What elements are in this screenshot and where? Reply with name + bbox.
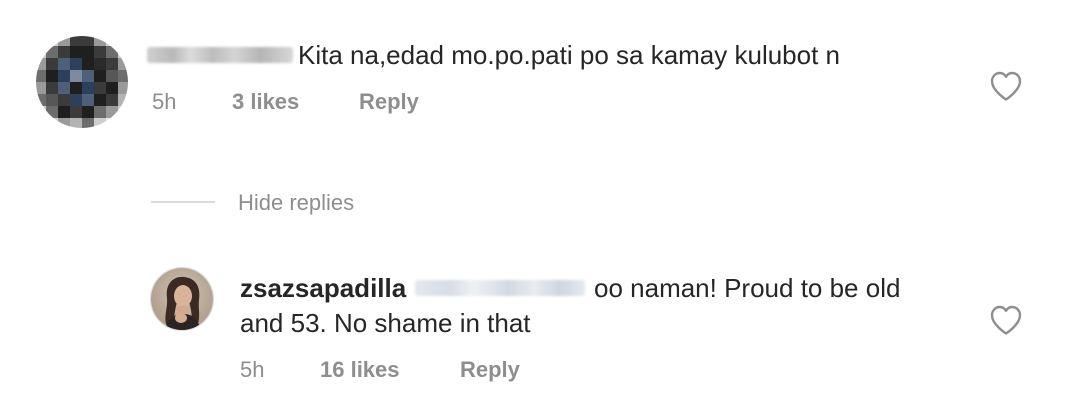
avatar-pixel: [94, 70, 106, 82]
avatar-pixel: [46, 36, 58, 46]
avatar-pixel: [36, 118, 46, 128]
avatar-pixel: [70, 46, 82, 58]
avatar-pixel: [106, 70, 118, 82]
avatar-pixel: [70, 36, 82, 46]
comment-username[interactable]: zsazsapadilla: [240, 271, 406, 305]
avatar-pixel: [94, 36, 106, 46]
avatar-pixel: [70, 70, 82, 82]
avatar-pixel: [118, 36, 128, 46]
avatar-pixel: [106, 94, 118, 106]
avatar-pixel: [106, 58, 118, 70]
avatar-pixel: [46, 82, 58, 94]
avatar-pixel: [106, 46, 118, 58]
comment-text: Kita na,edad mo.po.pati po sa kamay kulu…: [298, 40, 841, 70]
avatar-pixel: [82, 94, 94, 106]
avatar-pixel: [106, 118, 118, 128]
avatar-pixel: [94, 46, 106, 58]
avatar-pixel: [58, 82, 70, 94]
avatar[interactable]: [150, 267, 214, 331]
avatar-pixel: [82, 58, 94, 70]
avatar-pixel: [106, 36, 118, 46]
avatar-pixel: [70, 106, 82, 118]
avatar-pixel: [82, 46, 94, 58]
avatar-pixel: [70, 58, 82, 70]
avatar-pixel: [82, 118, 94, 128]
avatar-pixel: [58, 58, 70, 70]
comment-text: oo naman! Proud to be old: [594, 273, 901, 303]
avatar-pixel: [36, 82, 46, 94]
comment-text-continued: and 53. No shame in that: [240, 308, 531, 338]
avatar-pixel: [36, 46, 46, 58]
avatar-pixel: [58, 70, 70, 82]
avatar-pixel: [36, 106, 46, 118]
reply-button[interactable]: Reply: [359, 88, 419, 116]
avatar-pixel: [46, 94, 58, 106]
avatar-pixel: [82, 106, 94, 118]
avatar-pixel: [118, 118, 128, 128]
avatar-pixel: [94, 118, 106, 128]
avatar-pixel: [118, 46, 128, 58]
avatar-pixel: [36, 94, 46, 106]
reply-button[interactable]: Reply: [460, 356, 520, 384]
blurred-mention: [415, 280, 585, 296]
avatar-pixel: [94, 82, 106, 94]
avatar-pixel: [82, 70, 94, 82]
avatar-pixel: [118, 106, 128, 118]
avatar-pixel: [70, 82, 82, 94]
avatar-pixel: [94, 58, 106, 70]
avatar-pixel: [36, 58, 46, 70]
avatar-pixel: [46, 46, 58, 58]
avatar-pixel: [82, 82, 94, 94]
blurred-username: [147, 47, 293, 63]
avatar-pixel: [118, 94, 128, 106]
comment-timestamp: 5h: [240, 357, 265, 382]
avatar-pixel: [46, 70, 58, 82]
comment-timestamp: 5h: [152, 89, 177, 114]
avatar-pixel: [106, 106, 118, 118]
avatar-pixel: [118, 82, 128, 94]
heart-outline-icon[interactable]: [989, 70, 1023, 102]
replies-divider: [151, 201, 215, 203]
avatar-pixel: [70, 118, 82, 128]
avatar-pixel: [70, 94, 82, 106]
avatar-pixel: [46, 118, 58, 128]
avatar-pixel: [58, 46, 70, 58]
avatar[interactable]: [36, 36, 128, 128]
avatar-pixel: [94, 106, 106, 118]
comment-likes-count[interactable]: 16 likes: [320, 356, 400, 384]
avatar-pixel: [58, 94, 70, 106]
profile-photo: [151, 268, 213, 330]
comment-likes-count[interactable]: 3 likes: [232, 88, 299, 116]
avatar-pixel: [36, 36, 46, 46]
avatar-pixel: [46, 58, 58, 70]
avatar-pixel: [36, 70, 46, 82]
avatar-pixel: [58, 118, 70, 128]
avatar-pixel: [94, 94, 106, 106]
avatar-pixel: [58, 36, 70, 46]
avatar-pixel: [58, 106, 70, 118]
avatar-pixel: [82, 36, 94, 46]
avatar-pixel: [118, 58, 128, 70]
heart-outline-icon[interactable]: [989, 304, 1023, 336]
hide-replies-button[interactable]: Hide replies: [238, 189, 354, 217]
avatar-pixel: [118, 70, 128, 82]
avatar-pixel: [106, 82, 118, 94]
avatar-pixel: [46, 106, 58, 118]
